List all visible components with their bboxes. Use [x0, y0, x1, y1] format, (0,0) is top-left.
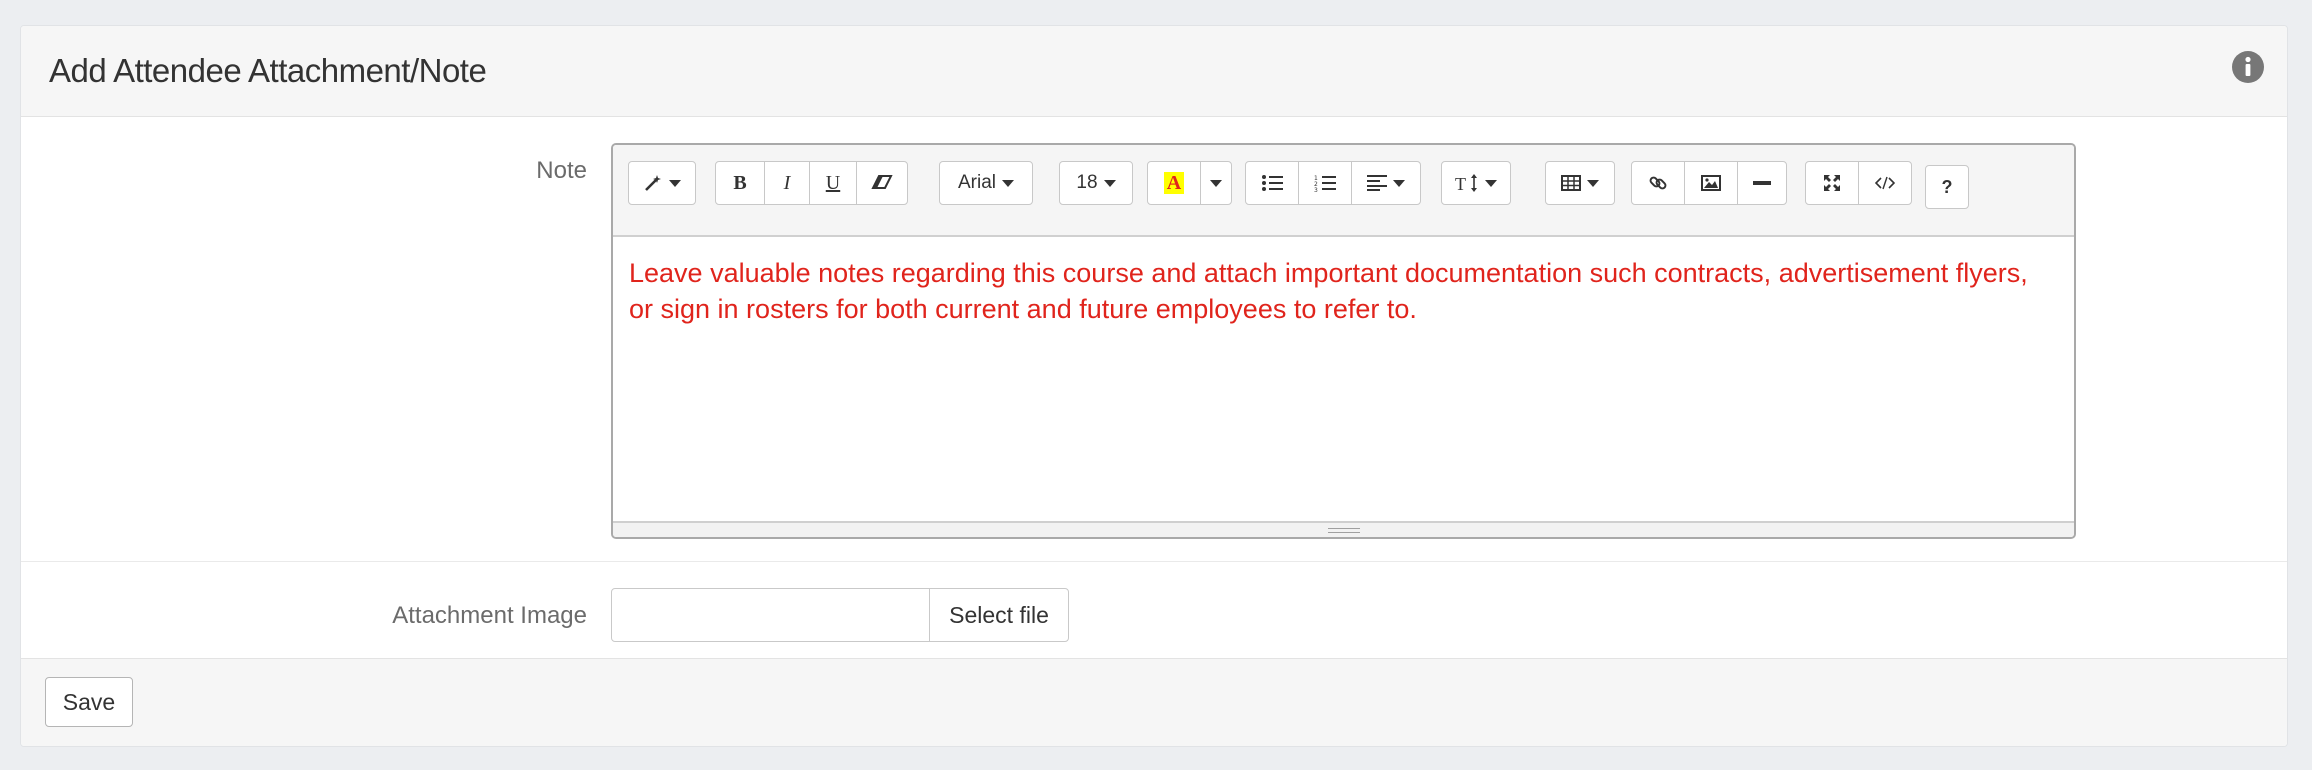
select-file-button[interactable]: Select file — [929, 588, 1069, 642]
panel-header: Add Attendee Attachment/Note — [21, 26, 2287, 117]
caret-down-icon — [669, 179, 681, 187]
text-height-icon: T — [1455, 173, 1479, 193]
caret-down-icon — [1103, 179, 1116, 187]
attachment-file-input[interactable] — [611, 588, 931, 642]
table-icon — [1561, 175, 1581, 191]
font-name-value: Arial — [957, 172, 996, 193]
eraser-icon — [871, 174, 893, 192]
clear-format-button[interactable] — [856, 161, 908, 205]
style-dropdown[interactable] — [628, 161, 696, 205]
bold-button[interactable]: B — [715, 161, 765, 205]
help-group: ? — [1925, 165, 1969, 209]
resize-grip-icon[interactable] — [1327, 525, 1360, 533]
picture-icon — [1701, 175, 1721, 191]
caret-down-icon — [1002, 179, 1014, 187]
bullet-list-icon — [1261, 174, 1283, 192]
rich-text-editor: B I U Arial 18 A 1 2 3 T ? Leave valuabl… — [611, 143, 2076, 539]
caret-down-icon — [1587, 179, 1599, 187]
font-name-dropdown[interactable]: Arial — [939, 161, 1033, 205]
note-row: Note B I U Arial 18 A 1 2 3 T ? Leave va… — [21, 117, 2287, 562]
caret-down-icon — [1210, 179, 1222, 187]
line-height-group: T — [1441, 161, 1511, 205]
svg-text:T: T — [1455, 174, 1466, 193]
ordered-list-button[interactable]: 123 — [1298, 161, 1352, 205]
fullscreen-button[interactable] — [1805, 161, 1859, 205]
table-group — [1545, 161, 1615, 205]
note-label: Note — [536, 157, 587, 184]
font-name-group: Arial — [939, 161, 1033, 205]
save-button[interactable]: Save — [45, 677, 133, 727]
attachment-note-panel: Add Attendee Attachment/Note Note B I U … — [20, 25, 2288, 747]
code-icon — [1875, 176, 1895, 190]
attachment-label: Attachment Image — [392, 602, 587, 629]
underline-button[interactable]: U — [809, 161, 857, 205]
font-size-dropdown[interactable]: 18 — [1059, 161, 1133, 205]
link-icon — [1648, 173, 1668, 193]
horizontal-rule-icon — [1753, 180, 1771, 186]
magic-wand-icon — [643, 173, 663, 193]
numbered-list-icon: 123 — [1314, 174, 1336, 192]
font-size-group: 18 — [1059, 161, 1133, 205]
editor-content[interactable]: Leave valuable notes regarding this cour… — [629, 255, 2050, 327]
help-button[interactable]: ? — [1925, 165, 1969, 209]
font-style-group: B I U — [715, 161, 908, 205]
panel-title: Add Attendee Attachment/Note — [49, 52, 487, 89]
font-size-value: 18 — [1076, 172, 1098, 193]
code-view-button[interactable] — [1858, 161, 1912, 205]
insert-link-button[interactable] — [1631, 161, 1685, 205]
editor-toolbar: B I U Arial 18 A 1 2 3 T ? — [613, 145, 2074, 237]
recent-color-button[interactable]: A — [1147, 161, 1201, 205]
info-icon[interactable] — [2231, 50, 2265, 84]
table-dropdown[interactable] — [1545, 161, 1615, 205]
align-left-icon — [1367, 175, 1387, 191]
align-dropdown[interactable] — [1351, 161, 1421, 205]
color-group: A — [1147, 161, 1232, 205]
insert-group — [1631, 161, 1787, 205]
text-color-icon: A — [1163, 172, 1185, 194]
line-height-dropdown[interactable]: T — [1441, 161, 1511, 205]
editor-resize-bar[interactable] — [613, 521, 2074, 537]
attachment-row: Attachment Image Select file — [21, 562, 2287, 659]
expand-icon — [1823, 174, 1841, 192]
style-group — [628, 161, 696, 205]
italic-button[interactable]: I — [764, 161, 810, 205]
unordered-list-button[interactable] — [1245, 161, 1299, 205]
svg-text:3: 3 — [1314, 187, 1318, 192]
caret-down-icon — [1393, 179, 1405, 187]
paragraph-group: 123 — [1245, 161, 1421, 205]
caret-down-icon — [1485, 179, 1497, 187]
color-dropdown[interactable] — [1200, 161, 1232, 205]
insert-hr-button[interactable] — [1737, 161, 1787, 205]
panel-footer: Save — [21, 659, 2287, 746]
view-group — [1805, 161, 1912, 205]
insert-picture-button[interactable] — [1684, 161, 1738, 205]
